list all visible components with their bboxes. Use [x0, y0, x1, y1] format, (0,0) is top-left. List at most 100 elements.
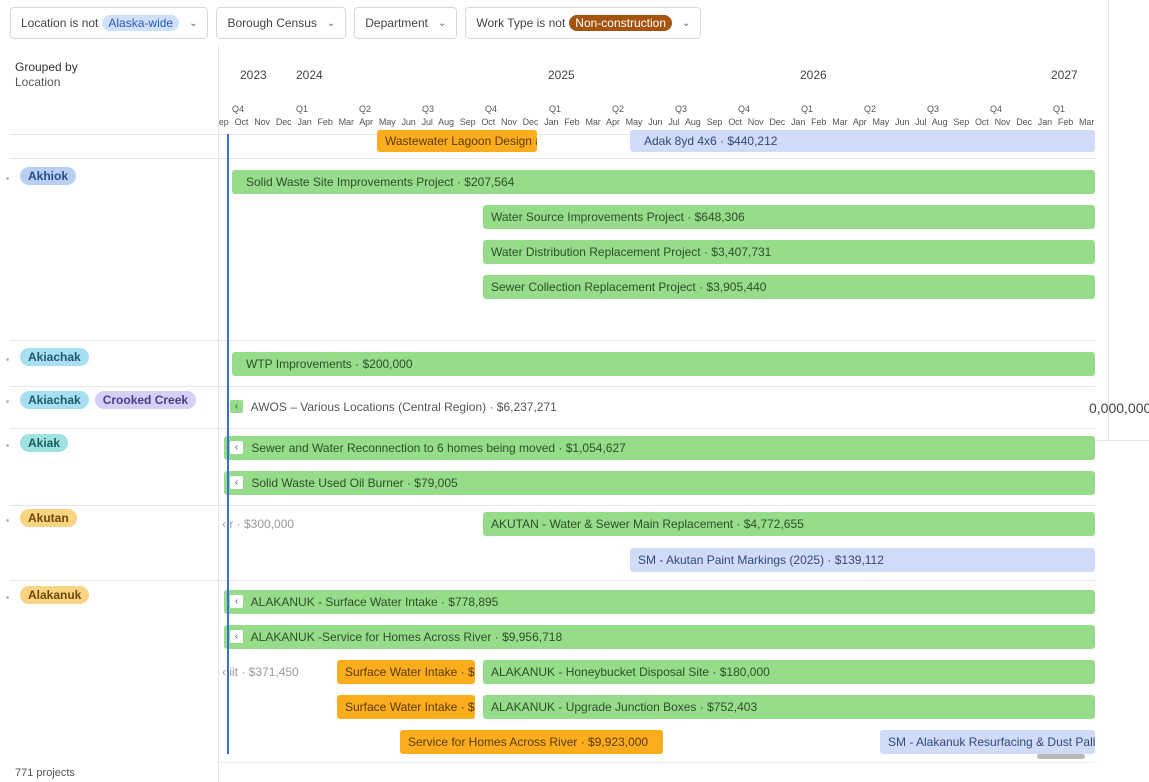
- project-bar-label: Surface Water Intake · $1: [345, 700, 475, 714]
- group-divider: [10, 386, 1095, 387]
- chevron-down-icon: ⌄: [437, 17, 447, 29]
- project-bar-label: Sewer and Water Reconnection to 6 homes …: [251, 441, 626, 455]
- worktype-filter-label: Work Type is not: [476, 16, 566, 30]
- borough-filter[interactable]: Borough Census ⌄: [216, 7, 347, 39]
- project-bar[interactable]: ‹ Solid Waste Used Oil Burner · $79,005: [224, 471, 1095, 495]
- group-dot: [6, 444, 9, 447]
- chevron-down-icon: ⌄: [682, 17, 691, 29]
- project-bar-label: Adak 8yd 4x6 · $440,212: [644, 134, 778, 148]
- location-tag[interactable]: Akhiok: [20, 167, 77, 185]
- year-label: 2026: [800, 68, 827, 82]
- quarter-label: Q3: [927, 104, 940, 114]
- project-bar[interactable]: ‹ Sewer and Water Reconnection to 6 home…: [224, 436, 1095, 460]
- group-divider: [10, 340, 1095, 341]
- project-count: 771 projects: [15, 767, 75, 779]
- project-bar[interactable]: WTP Improvements · $200,000: [232, 352, 1095, 376]
- quarter-label: Q2: [359, 104, 372, 114]
- department-filter-label: Department: [365, 16, 428, 30]
- project-bar[interactable]: Service for Homes Across River · $9,923,…: [400, 730, 663, 754]
- group-akhiok: Akhiok: [20, 167, 77, 185]
- project-bar[interactable]: SM - Akutan Paint Markings (2025) · $139…: [630, 548, 1095, 572]
- grouped-by-header: Grouped by Location: [15, 60, 78, 90]
- project-bar-label: r · $300,000: [229, 517, 295, 531]
- location-filter[interactable]: Location is not Alaska-wide ⌄: [10, 7, 209, 39]
- quarter-label: Q1: [296, 104, 309, 114]
- location-tag[interactable]: Alakanuk: [20, 586, 90, 604]
- quarter-label: Q4: [232, 104, 245, 114]
- group-akiachak-crooked-creek: Akiachak Crooked Creek: [20, 391, 197, 409]
- project-bar[interactable]: Water Distribution Replacement Project ·…: [483, 240, 1095, 264]
- borough-filter-label: Borough Census: [227, 16, 317, 30]
- quarter-label: Q4: [738, 104, 751, 114]
- project-bar[interactable]: Wastewater Lagoon Design and Lift Statio…: [377, 130, 537, 152]
- grouped-by-label: Grouped by: [15, 60, 78, 74]
- year-label: 2027: [1051, 68, 1078, 82]
- project-bar-label: Solid Waste Used Oil Burner · $79,005: [251, 476, 458, 490]
- project-bar[interactable]: Adak 8yd 4x6 · $440,212: [630, 130, 1095, 152]
- right-panel-divider: [1095, 440, 1149, 441]
- project-bar-label: Water Distribution Replacement Project ·…: [491, 245, 772, 259]
- project-bar[interactable]: ‹ r · $300,000: [222, 512, 422, 536]
- location-tag[interactable]: Akiak: [20, 434, 69, 452]
- group-divider: [10, 158, 1095, 159]
- project-bar-label: AKUTAN - Water & Sewer Main Replacement …: [491, 517, 804, 531]
- department-filter[interactable]: Department ⌄: [354, 7, 458, 39]
- grouped-by-field: Location: [15, 75, 61, 89]
- group-akutan: Akutan: [20, 509, 77, 527]
- quarter-label: Q4: [990, 104, 1003, 114]
- project-bar[interactable]: Solid Waste Site Improvements Project · …: [232, 170, 1095, 194]
- project-bar[interactable]: ‹ iit · $371,450: [222, 660, 332, 684]
- quarter-label: Q2: [864, 104, 877, 114]
- group-dot: [6, 596, 9, 599]
- project-bar-label: Sewer Collection Replacement Project · $…: [491, 280, 767, 294]
- group-column: Grouped by Location: [0, 46, 219, 782]
- location-filter-value: Alaska-wide: [102, 15, 180, 31]
- location-tag[interactable]: Akiachak: [20, 391, 89, 409]
- project-bar-label: ALAKANUK - Upgrade Junction Boxes · $752…: [491, 700, 758, 714]
- project-bar-label: SM - Alakanuk Resurfacing & Dust Palli: [888, 735, 1095, 749]
- project-bar[interactable]: ‹ ALAKANUK - Surface Water Intake · $778…: [224, 590, 1095, 614]
- chevron-down-icon: ⌄: [189, 17, 198, 29]
- location-tag[interactable]: Akiachak: [20, 348, 89, 366]
- location-tag[interactable]: Crooked Creek: [94, 391, 197, 409]
- group-dot: [6, 400, 9, 403]
- chevron-left-icon[interactable]: ‹: [230, 595, 243, 609]
- quarter-label: Q3: [422, 104, 435, 114]
- project-bar[interactable]: Surface Water Intake · $8: [337, 660, 475, 684]
- project-bar-label: Service for Homes Across River · $9,923,…: [408, 735, 649, 749]
- project-bar[interactable]: Surface Water Intake · $1: [337, 695, 475, 719]
- group-dot: [6, 358, 9, 361]
- group-akiachak: Akiachak: [20, 348, 89, 366]
- project-bar[interactable]: ALAKANUK - Honeybucket Disposal Site · $…: [483, 660, 1095, 684]
- chevron-left-icon[interactable]: ‹: [230, 630, 243, 644]
- chevron-left-icon[interactable]: ‹: [230, 441, 243, 455]
- quarter-label: Q4: [485, 104, 498, 114]
- location-tag[interactable]: Akutan: [20, 509, 77, 527]
- project-bar[interactable]: SM - Alakanuk Resurfacing & Dust Palli: [880, 730, 1095, 754]
- quarter-label: Q2: [612, 104, 625, 114]
- group-alakanuk: Alakanuk: [20, 586, 90, 604]
- project-bar-label: SM - Akutan Paint Markings (2025) · $139…: [638, 553, 884, 567]
- group-divider: [10, 505, 1095, 506]
- timeline-months: Sep Oct Nov Dec Jan Feb Mar Apr May Jun …: [219, 117, 1095, 131]
- project-bar[interactable]: AKUTAN - Water & Sewer Main Replacement …: [483, 512, 1095, 536]
- project-bar[interactable]: Water Source Improvements Project · $648…: [483, 205, 1095, 229]
- project-bar-label: iit · $371,450: [229, 665, 299, 679]
- horizontal-scrollbar[interactable]: [1037, 754, 1085, 759]
- project-bar-label: ALAKANUK -Service for Homes Across River…: [250, 630, 563, 644]
- project-bar-label: ALAKANUK - Surface Water Intake · $778,8…: [250, 595, 499, 609]
- project-bar-label: WTP Improvements · $200,000: [246, 357, 413, 371]
- project-bar-label: Solid Waste Site Improvements Project · …: [246, 175, 515, 189]
- project-bar[interactable]: ‹ AWOS – Various Locations (Central Regi…: [224, 395, 1095, 419]
- worktype-filter[interactable]: Work Type is not Non-construction ⌄: [465, 7, 702, 39]
- project-bar[interactable]: Sewer Collection Replacement Project · $…: [483, 275, 1095, 299]
- chevron-left-icon[interactable]: ‹: [230, 400, 243, 414]
- group-divider: [10, 428, 1095, 429]
- project-bar-label: ALAKANUK - Honeybucket Disposal Site · $…: [491, 665, 770, 679]
- location-filter-label: Location is not: [21, 16, 99, 30]
- today-marker: [227, 134, 229, 754]
- project-bar[interactable]: ‹ ALAKANUK -Service for Homes Across Riv…: [224, 625, 1095, 649]
- chevron-left-icon[interactable]: ‹: [230, 476, 243, 490]
- project-bar[interactable]: ALAKANUK - Upgrade Junction Boxes · $752…: [483, 695, 1095, 719]
- project-bar-label: Surface Water Intake · $8: [345, 665, 475, 679]
